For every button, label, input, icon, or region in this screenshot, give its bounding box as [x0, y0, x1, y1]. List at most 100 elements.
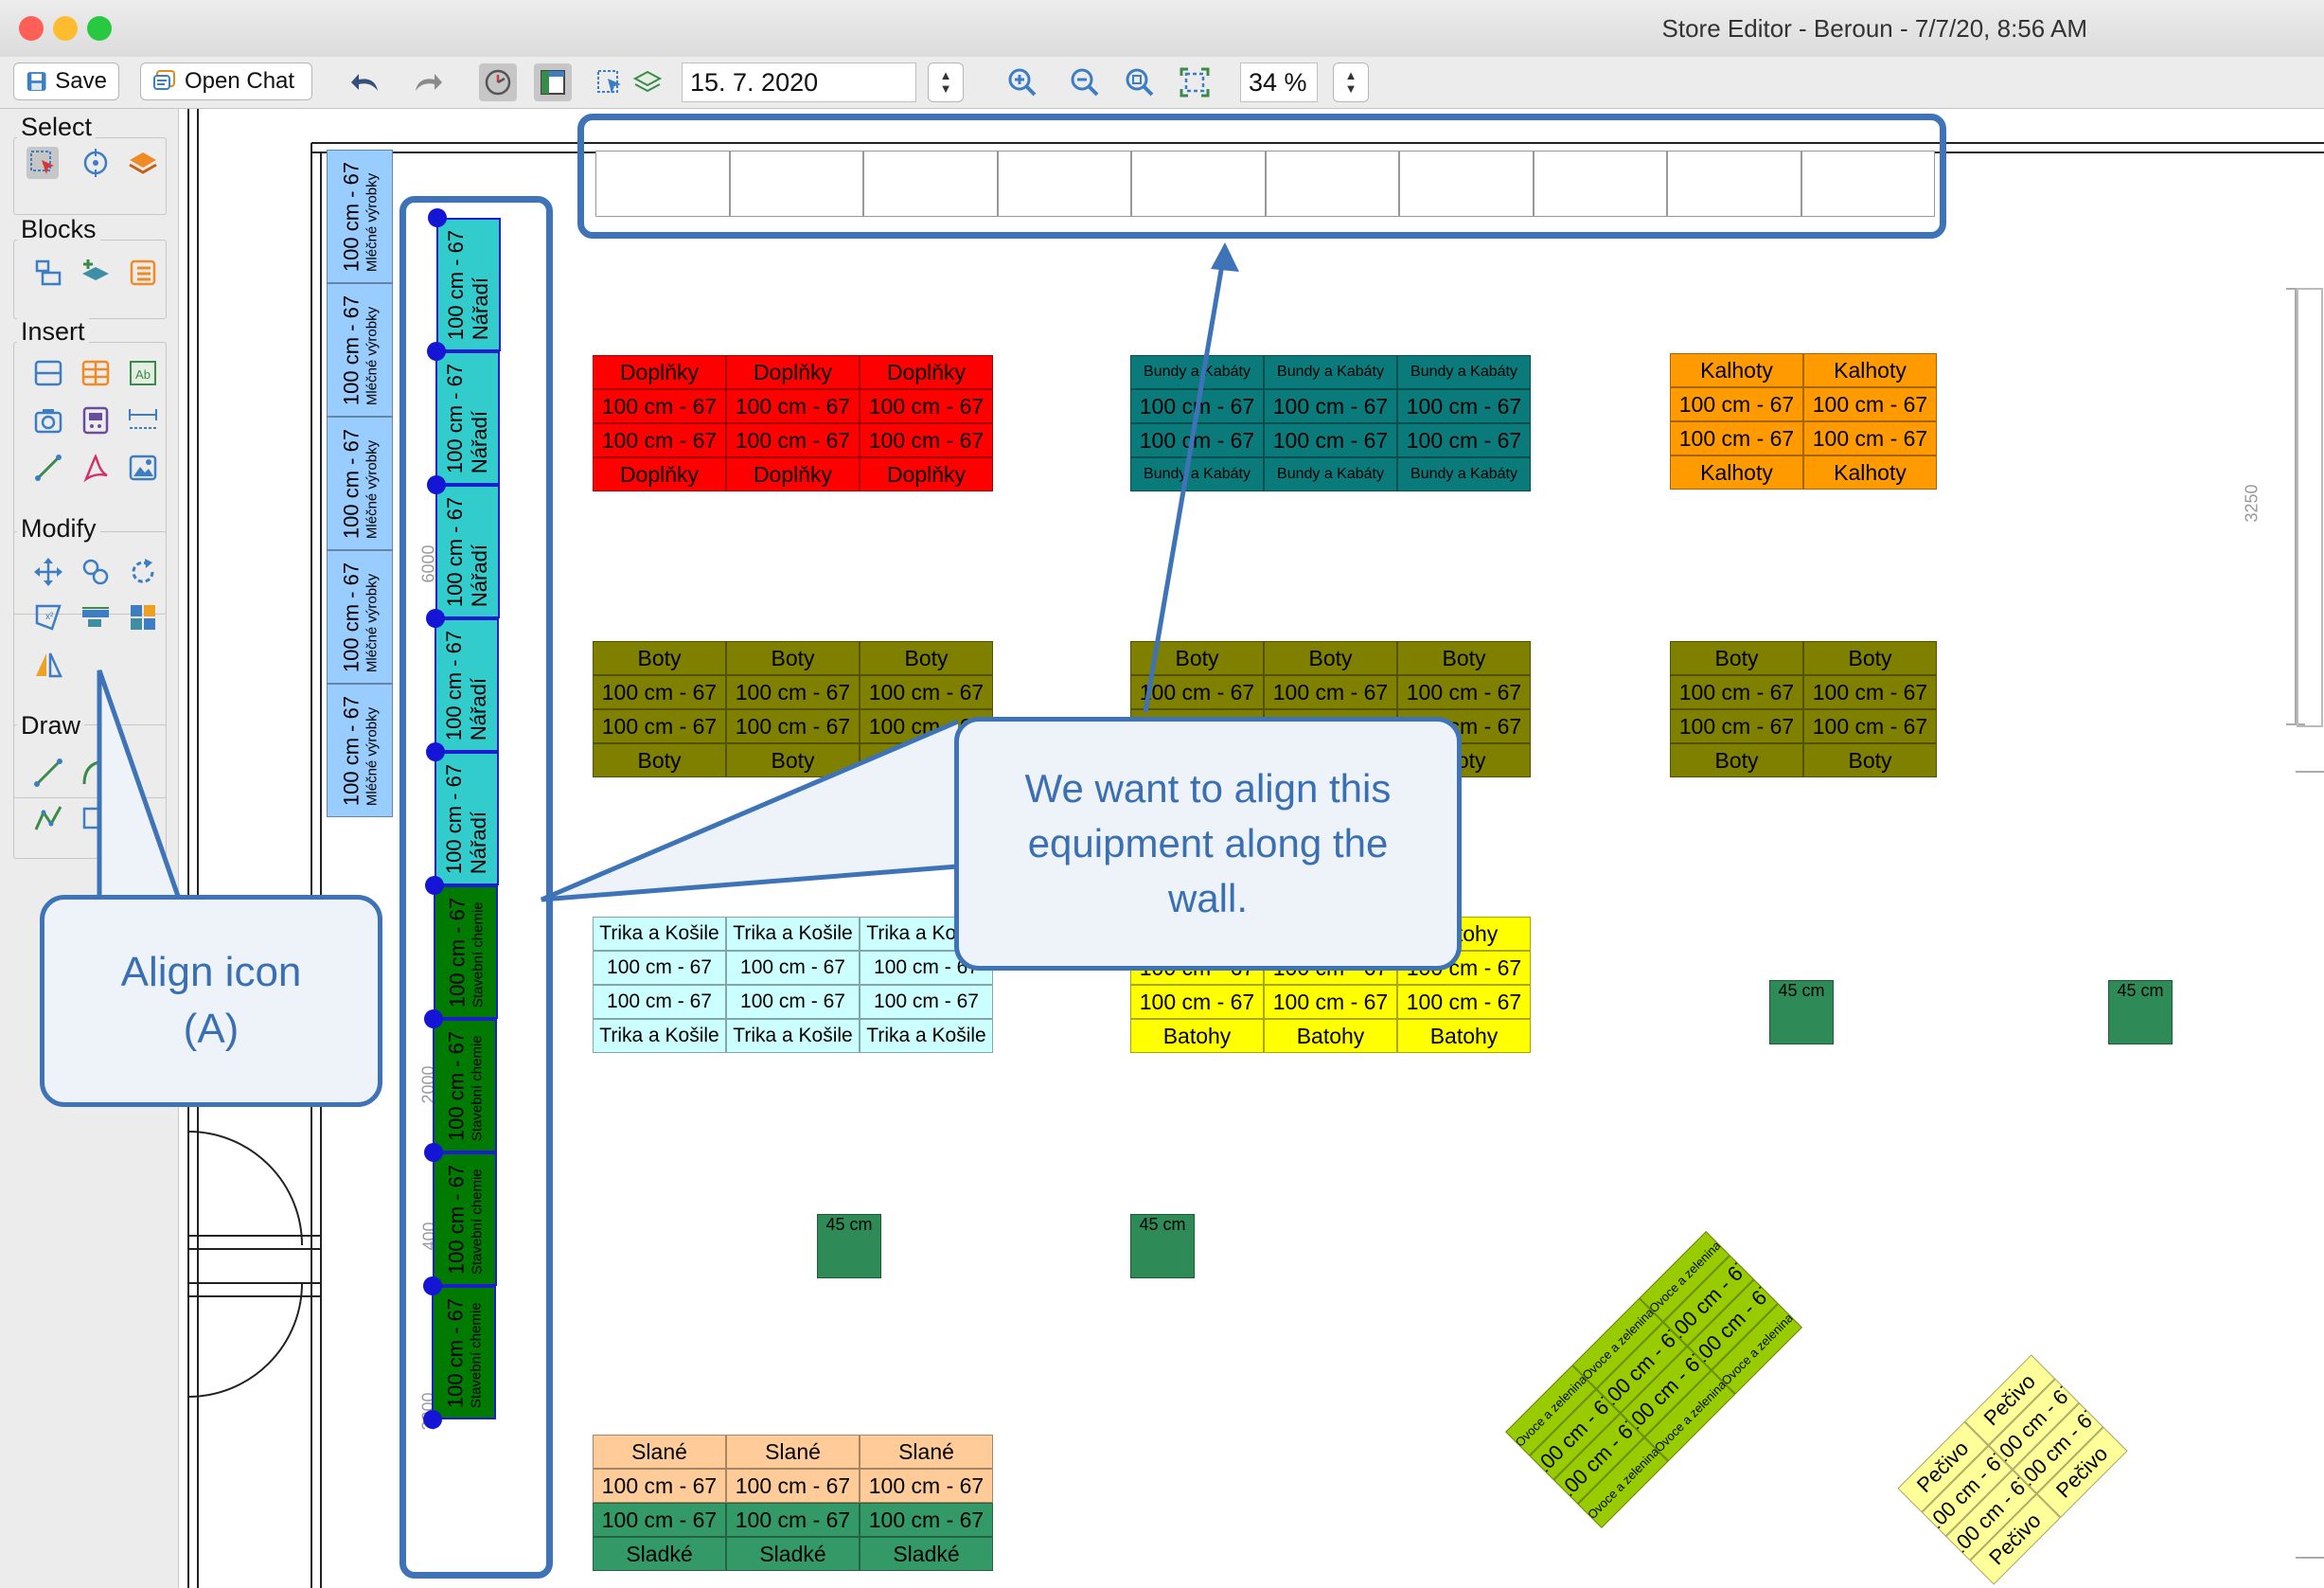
shelf-cell[interactable]: Trika a Košile	[860, 1019, 993, 1053]
shelf-cell[interactable]: 100 cm - 67	[593, 423, 726, 457]
shelf-cell[interactable]: Slané	[860, 1435, 993, 1469]
shelf-cell[interactable]: Batohy	[1397, 1019, 1531, 1053]
shelf-cell[interactable]: Doplňky	[593, 355, 726, 389]
layers-icon[interactable]	[629, 63, 666, 101]
block-icon[interactable]	[32, 257, 64, 289]
shelf-cell[interactable]: 100 cm - 67	[1130, 675, 1264, 709]
shelf-cell[interactable]: 100 cm - 67	[860, 709, 993, 743]
shelf-cell[interactable]: Sladké	[860, 1537, 993, 1571]
shelf-cell[interactable]: Boty	[1803, 743, 1937, 777]
rotated-block[interactable]: Ovoce a zelenina Ovoce a zelenina Ovoce a …	[1505, 1231, 1802, 1528]
date-field[interactable]: 15. 7. 2020	[682, 62, 916, 102]
transform-icon[interactable]: x²	[32, 601, 64, 633]
draw-line-icon[interactable]	[32, 757, 64, 789]
shelf-cell[interactable]: 100 cm - 67	[593, 1469, 726, 1503]
shelf-cell[interactable]: 100 cm - 67	[860, 951, 993, 985]
device-icon[interactable]	[80, 404, 112, 437]
selected-shelf-cell[interactable]: 100 cm - 67 Nářadí	[436, 218, 501, 351]
shelf-cell[interactable]: Bundy a Kabáty	[1130, 457, 1264, 491]
selected-shelf-cell[interactable]: 100 cm - 67 Nářadí	[435, 485, 500, 618]
camera-icon[interactable]	[32, 404, 64, 437]
shelf-cell[interactable]: Batohy	[1264, 1019, 1397, 1053]
wall-slot[interactable]	[1533, 151, 1667, 217]
block-list-icon[interactable]	[127, 257, 159, 289]
rotate-icon[interactable]	[127, 556, 159, 588]
shelf-cell[interactable]: 100 cm - 67	[1670, 387, 1803, 421]
shelf-cell[interactable]: Bundy a Kabáty	[1264, 457, 1397, 491]
shelf-cell[interactable]: 100 cm - 67	[593, 709, 726, 743]
wall-slot[interactable]	[1131, 151, 1266, 217]
shelf-cell[interactable]: Kalhoty	[1803, 353, 1937, 387]
save-button[interactable]: Save	[13, 62, 119, 100]
wall-slot[interactable]	[1801, 151, 1935, 217]
shelf-cell[interactable]: Sladké	[726, 1537, 860, 1571]
shelf-cell[interactable]: Boty	[593, 743, 726, 777]
shelf-cell[interactable]: 100 cm - 67	[1397, 709, 1531, 743]
shelf-cell[interactable]: 100 cm - 67	[1397, 951, 1531, 985]
small-unit[interactable]: 45 cm	[1130, 1214, 1195, 1278]
small-unit[interactable]: 45 cm	[1769, 980, 1834, 1044]
selection-handle[interactable]	[425, 742, 445, 761]
add-layer-icon[interactable]	[80, 257, 112, 289]
wall-slot[interactable]	[729, 151, 863, 217]
dairy-shelf-cell[interactable]: 100 cm - 67 Mléčné výrobky	[327, 550, 393, 684]
shelf-cell[interactable]: 100 cm - 67	[726, 423, 860, 457]
shelf-cell[interactable]: Trika a Košile	[726, 1019, 860, 1053]
shelf-cell[interactable]: Boty	[860, 743, 993, 777]
shelf-cell[interactable]: 100 cm - 67	[1264, 709, 1397, 743]
shelf-icon[interactable]	[32, 357, 64, 389]
small-unit[interactable]: 45 cm	[817, 1214, 881, 1278]
text-icon[interactable]: Ab	[127, 357, 159, 389]
shelf-cell[interactable]: 100 cm - 67	[1264, 423, 1397, 457]
selection-handle[interactable]	[426, 475, 446, 494]
shelf-cell[interactable]: Boty	[1670, 743, 1803, 777]
shelf-cell[interactable]: Boty	[860, 641, 993, 675]
shelf-cell[interactable]: 100 cm - 67	[726, 675, 860, 709]
selected-shelf-cell[interactable]: 100 cm - 67 Nářadí	[434, 752, 499, 885]
shelf-cell[interactable]: 100 cm - 67	[1397, 423, 1531, 457]
shelf-cell[interactable]: Batohy	[1130, 917, 1264, 951]
line-icon[interactable]	[32, 452, 64, 484]
shelf-cell[interactable]: Boty	[1130, 641, 1264, 675]
clock-icon[interactable]	[479, 63, 517, 101]
dairy-shelf-cell[interactable]: 100 cm - 67 Mléčné výrobky	[327, 417, 393, 550]
small-unit[interactable]: 45 cm	[2108, 980, 2173, 1044]
redo-icon[interactable]	[409, 63, 447, 101]
shelf-cell[interactable]: Boty	[1264, 743, 1397, 777]
align-icon[interactable]	[80, 601, 112, 633]
floor-plan-icon[interactable]	[534, 63, 572, 101]
shelf-cell[interactable]: 100 cm - 67	[1130, 951, 1264, 985]
shelf-cell[interactable]: Doplňky	[726, 355, 860, 389]
shelf-cell[interactable]: 100 cm - 67	[860, 1469, 993, 1503]
shelf-cell[interactable]: Kalhoty	[1670, 353, 1803, 387]
shelf-cell[interactable]: Boty	[1397, 743, 1531, 777]
shelf-cell[interactable]: 100 cm - 67	[726, 1503, 860, 1537]
shelf-cell[interactable]: Trika a Košile	[860, 917, 993, 951]
shelf-cell[interactable]: Sladké	[593, 1537, 726, 1571]
shelf-cell[interactable]: 100 cm - 67	[1397, 389, 1531, 423]
shelf-cell[interactable]: 100 cm - 67	[1670, 709, 1803, 743]
shelf-cell[interactable]: 100 cm - 67	[726, 1469, 860, 1503]
shelf-cell[interactable]: 100 cm - 67	[860, 423, 993, 457]
shelf-cell[interactable]: 100 cm - 67	[860, 389, 993, 423]
shelf-cell[interactable]: 100 cm - 67	[1803, 387, 1937, 421]
layers-select-icon[interactable]	[127, 147, 159, 179]
floor-plan-canvas[interactable]: 6000 2000 400 2000 3250 DoplňkyDoplňkyDo…	[179, 109, 2324, 1588]
rectangle-select-icon[interactable]	[27, 147, 59, 179]
grid-icon[interactable]	[127, 601, 159, 633]
shelf-cell[interactable]: 100 cm - 67	[726, 951, 860, 985]
shelf-cell[interactable]: Doplňky	[593, 457, 726, 491]
shelf-cell[interactable]: 100 cm - 67	[1803, 421, 1937, 455]
shelf-cell[interactable]: 100 cm - 67	[1130, 389, 1264, 423]
wall-slot[interactable]	[1399, 151, 1534, 217]
shelf-cell[interactable]: Boty	[1803, 641, 1937, 675]
zoom-level-field[interactable]: 34 %	[1240, 62, 1318, 102]
selection-handle[interactable]	[423, 1143, 443, 1162]
shelf-cell[interactable]: Boty	[726, 641, 860, 675]
shelf-cell[interactable]: 100 cm - 67	[593, 389, 726, 423]
shelf-cell[interactable]: 100 cm - 67	[1130, 985, 1264, 1019]
rotated-block[interactable]: Pečivo Pečivo 100 cm - 67 100 cm - 67 100 cm…	[1897, 1354, 2128, 1585]
selected-shelf-cell[interactable]: 100 cm - 67 Stavební chemie	[434, 885, 498, 1019]
shelf-cell[interactable]: 100 cm - 67	[1264, 389, 1397, 423]
shelf-cell[interactable]: 100 cm - 67	[726, 389, 860, 423]
